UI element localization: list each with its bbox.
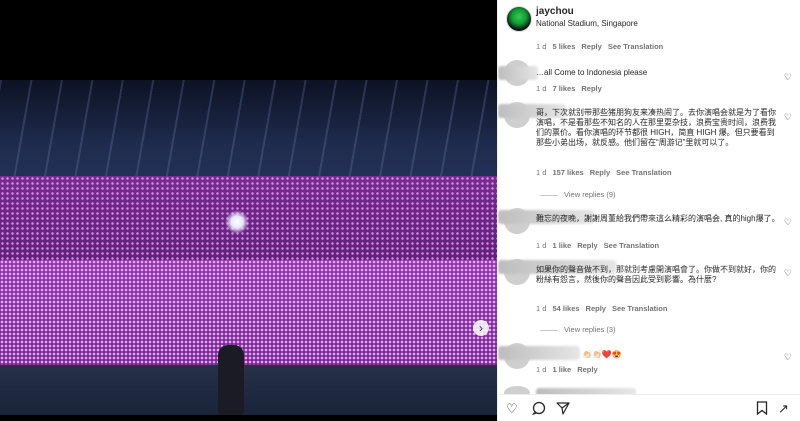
comment-time: 1 d xyxy=(536,168,547,177)
concert-photo: › xyxy=(0,80,497,415)
comment-meta: 1 d 7 likes Reply xyxy=(536,84,602,93)
likes-count[interactable]: 1 like xyxy=(552,241,571,250)
crowd-lower xyxy=(0,260,497,380)
see-translation-button[interactable]: See Translation xyxy=(604,241,659,250)
view-replies-button[interactable]: View replies (3) xyxy=(540,325,616,334)
comment-icon[interactable] xyxy=(531,401,546,418)
reply-button[interactable]: Reply xyxy=(577,365,597,374)
likes-count[interactable]: 5 likes xyxy=(552,42,575,51)
reply-button[interactable]: Reply xyxy=(586,304,606,313)
heart-icon[interactable]: ♡ xyxy=(784,217,792,228)
reply-button[interactable]: Reply xyxy=(581,42,601,51)
comment-meta: 1 d 5 likes Reply See Translation xyxy=(536,42,663,51)
comment-text: 👏🏻👏🏻❤️😍 xyxy=(582,350,622,359)
share-icon[interactable] xyxy=(556,401,570,418)
comment-text: 如果你的聲音做不到，那就別考慮開演唱會了。你做不到就好，你的粉絲有怨言，然後你的… xyxy=(536,265,776,284)
heart-icon[interactable]: ♡ xyxy=(506,401,518,417)
heart-icon[interactable]: ♡ xyxy=(784,352,792,363)
comments-panel: jaychou National Stadium, Singapore 1 d 5… xyxy=(497,0,800,421)
comment-meta: 1 d 157 likes Reply See Translation xyxy=(536,168,672,177)
see-translation-button[interactable]: See Translation xyxy=(612,304,667,313)
comment-time: 1 d xyxy=(536,84,547,93)
likes-count[interactable]: 157 likes xyxy=(552,168,583,177)
reply-button[interactable]: Reply xyxy=(581,84,601,93)
comment-time: 1 d xyxy=(536,304,547,313)
comment-meta: 1 d 1 like Reply See Translation xyxy=(536,241,659,250)
share-icon[interactable]: ↗ xyxy=(778,401,789,417)
stage xyxy=(0,365,497,415)
blurred-username xyxy=(498,66,538,80)
stadium-roof xyxy=(0,80,497,190)
heart-icon[interactable]: ♡ xyxy=(784,112,792,123)
likes-count[interactable]: 7 likes xyxy=(552,84,575,93)
avatar[interactable] xyxy=(506,6,532,32)
view-replies-button[interactable]: View replies (9) xyxy=(540,190,616,199)
see-translation-button[interactable]: See Translation xyxy=(608,42,663,51)
comment-time: 1 d xyxy=(536,241,547,250)
post-media: › xyxy=(0,0,497,421)
heart-icon[interactable]: ♡ xyxy=(784,268,792,279)
blurred-username xyxy=(498,346,580,360)
performer xyxy=(218,345,244,415)
next-arrow-icon[interactable]: › xyxy=(473,320,489,336)
action-bar: ♡ ↗ xyxy=(498,394,800,421)
stage-light xyxy=(225,210,249,234)
see-translation-button[interactable]: See Translation xyxy=(616,168,671,177)
location[interactable]: National Stadium, Singapore xyxy=(536,19,638,28)
comment-meta: 1 d 54 likes Reply See Translation xyxy=(536,304,667,313)
reply-button[interactable]: Reply xyxy=(577,241,597,250)
comment-text: 哥，下次就别带那些猪朋狗友来凑热闹了。去你演唱会就是为了看你演唱，不是看那些不知… xyxy=(536,108,776,147)
comment-text: 難忘的夜晚，謝謝周董給我們帶來這么精彩的演唱会, 真的high爆了。 xyxy=(536,214,780,223)
heart-icon[interactable]: ♡ xyxy=(784,72,792,83)
bookmark-icon[interactable] xyxy=(756,401,768,418)
comment-text: …all Come to Indonesia please xyxy=(536,68,648,77)
comment-time: 1 d xyxy=(536,42,547,51)
likes-count[interactable]: 54 likes xyxy=(552,304,579,313)
comment-time: 1 d xyxy=(536,365,547,374)
reply-button[interactable]: Reply xyxy=(590,168,610,177)
likes-count[interactable]: 1 like xyxy=(552,365,571,374)
post-header: jaychou National Stadium, Singapore xyxy=(498,0,800,36)
comment-meta: 1 d 1 like Reply xyxy=(536,365,598,374)
username[interactable]: jaychou xyxy=(536,6,574,17)
